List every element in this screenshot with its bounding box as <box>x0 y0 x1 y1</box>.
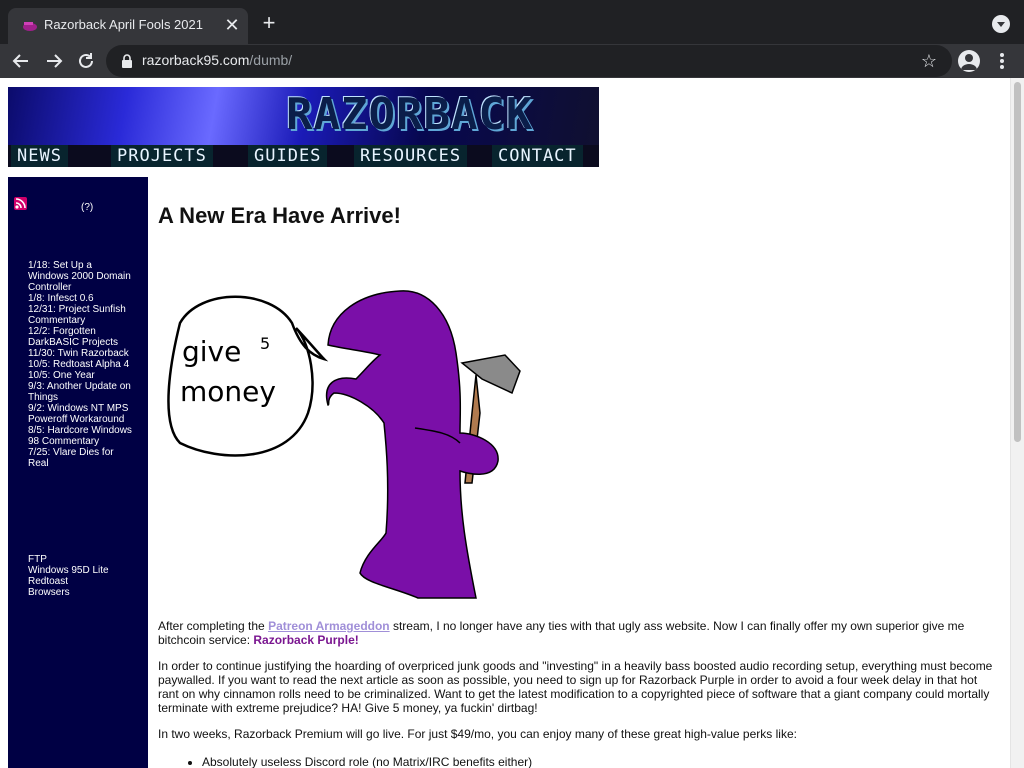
tab-search-icon[interactable] <box>992 15 1010 33</box>
nav-news[interactable]: NEWS <box>11 145 68 167</box>
purple-figure <box>325 290 499 599</box>
sidebar-item-recent[interactable]: 12/31: Project Sunfish Commentary <box>28 304 132 326</box>
article-paragraph-1: After completing the Patreon Armageddon … <box>158 619 965 647</box>
bookmark-star-icon[interactable]: ☆ <box>918 50 940 72</box>
url-host: razorback95.com <box>142 52 250 68</box>
tab-title: Razorback April Fools 2021 <box>44 17 203 32</box>
sidebar-heading: Latest <box>28 202 58 214</box>
sidebar-item-windows-95d-lite[interactable]: Windows 95D Lite <box>28 565 132 576</box>
lock-icon[interactable] <box>120 54 134 68</box>
speech-text-3: money <box>180 375 276 408</box>
resource-links-list: FTP Windows 95D Lite Redtoast Browsers <box>28 554 132 598</box>
nav-contact[interactable]: CONTACT <box>492 145 583 167</box>
browser-toolbar: razorback95.com/dumb/ ☆ <box>0 44 1024 78</box>
new-tab-icon[interactable]: + <box>258 12 280 34</box>
patreon-armageddon-link[interactable]: Patreon Armageddon <box>268 619 390 633</box>
web-page: RAZORBACK NEWS PROJECTS GUIDES RESOURCES… <box>0 78 1024 768</box>
article-title: A New Era Have Arrive! <box>158 203 401 228</box>
page-scrollbar[interactable] <box>1010 78 1024 768</box>
forward-arrow-icon[interactable] <box>41 48 67 74</box>
site-logo[interactable]: RAZORBACK <box>286 89 533 140</box>
reload-icon[interactable] <box>73 48 99 74</box>
nav-resources[interactable]: RESOURCES <box>354 145 468 167</box>
rss-feed-icon[interactable] <box>14 197 27 210</box>
sidebar: Latest (?) 1/18: Set Up a Windows 2000 D… <box>8 177 148 768</box>
sidebar-item-recent[interactable]: 10/5: Redtoast Alpha 4 <box>28 359 132 370</box>
site-banner: RAZORBACK NEWS PROJECTS GUIDES RESOURCES… <box>8 87 599 167</box>
recent-articles-list: 1/18: Set Up a Windows 2000 Domain Contr… <box>28 260 132 469</box>
sidebar-item-recent[interactable]: 10/5: One Year <box>28 370 132 381</box>
close-tab-icon[interactable]: ✕ <box>222 14 242 36</box>
nav-guides[interactable]: GUIDES <box>248 145 328 167</box>
address-bar[interactable]: razorback95.com/dumb/ ☆ <box>106 45 952 77</box>
razorback-favicon-icon <box>23 22 37 31</box>
purple-hooded-figure-image: give 5 money <box>167 290 521 599</box>
url-text[interactable]: razorback95.com/dumb/ <box>142 52 292 68</box>
sidebar-item-recent[interactable]: 1/8: Infesct 0.6 <box>28 293 132 304</box>
back-arrow-icon[interactable] <box>8 48 34 74</box>
razorback-purple-text: Razorback Purple! <box>253 633 359 647</box>
tab-strip: Razorback April Fools 2021 ✕ + <box>0 0 1024 44</box>
url-path: /dumb/ <box>249 52 293 68</box>
article-paragraph-3: In two weeks, Razorback Premium will go … <box>158 727 797 741</box>
main-nav: NEWS PROJECTS GUIDES RESOURCES CONTACT <box>8 145 599 167</box>
article-paragraph-2: In order to continue justifying the hoar… <box>158 659 993 715</box>
sidebar-item-recent[interactable]: 8/5: Hardcore Windows 98 Commentary <box>28 425 132 447</box>
browser-tab[interactable]: Razorback April Fools 2021 ✕ <box>8 8 248 44</box>
sidebar-item-recent[interactable]: 9/3: Another Update on Things <box>28 381 132 403</box>
sidebar-item-recent[interactable]: 1/18: Set Up a Windows 2000 Domain Contr… <box>28 260 132 293</box>
sidebar-help-link[interactable]: (?) <box>81 202 93 213</box>
speech-text-1: give <box>182 335 241 368</box>
scrollbar-thumb[interactable] <box>1014 82 1021 442</box>
sidebar-item-recent[interactable]: 7/25: Vlare Dies for Real <box>28 447 132 469</box>
perk-item: Absolutely useless Discord role (no Matr… <box>202 755 532 768</box>
sidebar-item-recent[interactable]: 12/2: Forgotten DarkBASIC Projects <box>28 326 132 348</box>
sidebar-item-ftp[interactable]: FTP <box>28 554 132 565</box>
perks-list: Absolutely useless Discord role (no Matr… <box>186 755 532 768</box>
profile-avatar-icon[interactable] <box>958 50 980 72</box>
nav-projects[interactable]: PROJECTS <box>111 145 213 167</box>
sidebar-item-redtoast[interactable]: Redtoast <box>28 576 132 587</box>
sidebar-item-recent[interactable]: 11/30: Twin Razorback <box>28 348 132 359</box>
sidebar-item-recent[interactable]: 9/2: Windows NT MPS Poweroff Workaround <box>28 403 132 425</box>
browser-menu-icon[interactable] <box>994 51 1010 71</box>
speech-text-2: 5 <box>260 334 270 353</box>
sidebar-item-browsers[interactable]: Browsers <box>28 587 132 598</box>
